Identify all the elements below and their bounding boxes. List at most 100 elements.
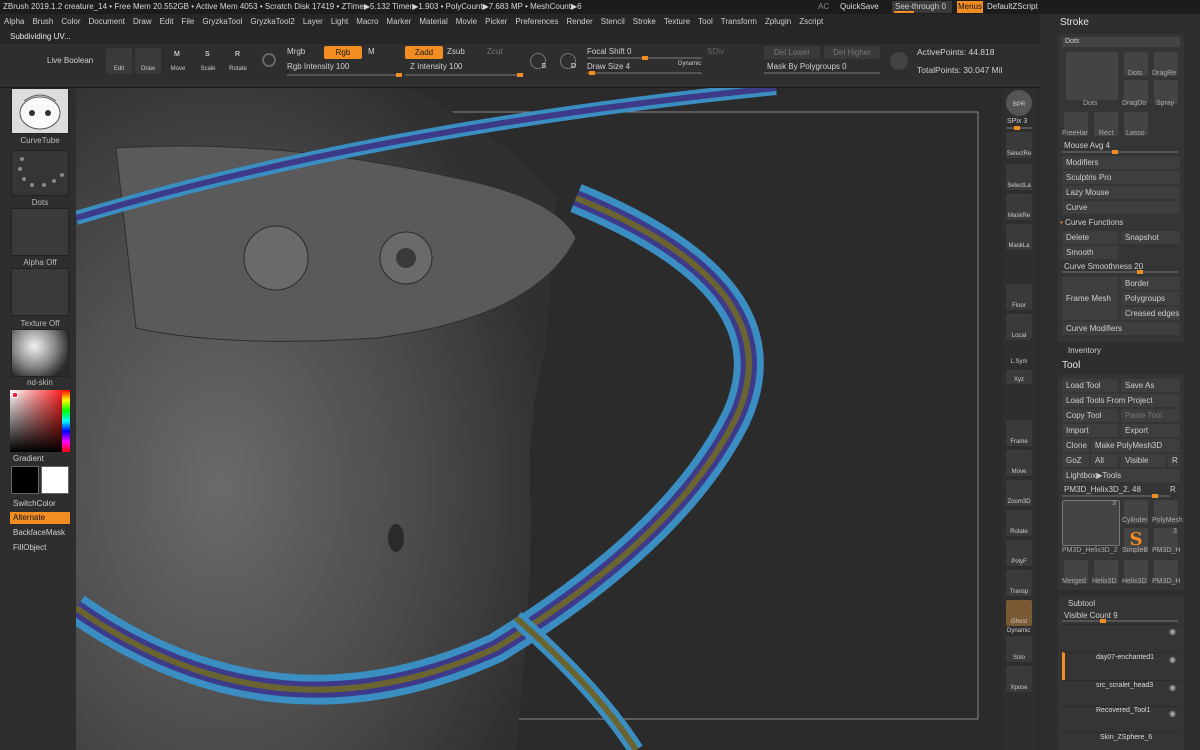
draw-size-handle[interactable]: [589, 71, 595, 75]
frame-mesh-button[interactable]: Frame Mesh: [1062, 277, 1118, 320]
rgb-intensity-slider[interactable]: Rgb Intensity 100: [287, 62, 349, 71]
hue-strip[interactable]: [62, 390, 70, 452]
mouse-avg-track[interactable]: [1062, 150, 1178, 154]
main-color-swatch[interactable]: [11, 466, 39, 494]
mouse-avg-slider[interactable]: Mouse Avg 4: [1064, 141, 1110, 150]
subtool-header[interactable]: Subtool: [1068, 599, 1095, 608]
frame-button[interactable]: Frame: [1006, 420, 1032, 446]
import-button[interactable]: Import: [1062, 424, 1118, 437]
curve-smoothness-slider[interactable]: Curve Smoothness 20: [1064, 262, 1143, 271]
color-picker[interactable]: [10, 390, 70, 452]
visible-count-slider[interactable]: Visible Count 9: [1064, 611, 1118, 620]
eye-icon[interactable]: ◉: [1169, 683, 1176, 692]
menu-file[interactable]: File: [177, 14, 198, 30]
menu-light[interactable]: Light: [327, 14, 352, 30]
visible-count-handle[interactable]: [1100, 619, 1106, 623]
export-button[interactable]: Export: [1121, 424, 1180, 437]
material-thumbnail[interactable]: [11, 329, 69, 377]
make-polymesh-button[interactable]: Make PolyMesh3D: [1091, 439, 1180, 452]
menu-macro[interactable]: Macro: [352, 14, 382, 30]
default-zscript-button[interactable]: DefaultZScript: [987, 2, 1038, 11]
menu-render[interactable]: Render: [562, 14, 596, 30]
curve-smoothness-track[interactable]: [1062, 270, 1178, 274]
m-button[interactable]: M: [368, 47, 375, 56]
transp-button[interactable]: Transp: [1006, 570, 1032, 596]
scale-button[interactable]: Scale S: [195, 48, 221, 74]
curve-smooth-button[interactable]: Smooth: [1062, 246, 1118, 259]
canvas-viewport[interactable]: [76, 88, 1002, 750]
edit-button[interactable]: Edit: [106, 48, 132, 74]
d-symmetry-icon[interactable]: D: [560, 53, 576, 70]
maskrect-button[interactable]: MaskRe: [1006, 194, 1032, 220]
rotate-view-button[interactable]: Rotate: [1006, 510, 1032, 536]
focal-shift-handle[interactable]: [642, 56, 648, 60]
subtool-row-2[interactable]: src_scralet_head3 ◉: [1062, 680, 1180, 708]
eye-icon[interactable]: ◉: [1169, 709, 1176, 718]
paste-tool-button[interactable]: Paste Tool: [1121, 409, 1180, 422]
save-as-button[interactable]: Save As: [1121, 379, 1180, 392]
menu-zplugin[interactable]: Zplugin: [761, 14, 795, 30]
draw-button[interactable]: Draw: [135, 48, 161, 74]
menu-transform[interactable]: Transform: [717, 14, 761, 30]
border-button[interactable]: Border: [1121, 277, 1180, 290]
masklasso-button[interactable]: MaskLa: [1006, 224, 1032, 250]
menu-gryzkatool2[interactable]: GryzkaTool2: [246, 14, 298, 30]
curve-smoothness-handle[interactable]: [1137, 270, 1143, 274]
rotate-button[interactable]: Rotate R: [225, 48, 251, 74]
zsub-button[interactable]: Zsub: [447, 47, 465, 56]
menu-marker[interactable]: Marker: [382, 14, 415, 30]
dots-stroke-large-icon[interactable]: [1066, 52, 1118, 100]
zcut-button[interactable]: Zcut: [487, 47, 503, 56]
spix-slider[interactable]: SPix 3: [1007, 118, 1027, 125]
eye-icon[interactable]: ◉: [1169, 655, 1176, 664]
zadd-button[interactable]: Zadd: [405, 46, 443, 59]
polygroups-button[interactable]: Polygroups: [1121, 292, 1180, 305]
focal-shift-track[interactable]: [587, 56, 702, 60]
draw-size-track[interactable]: [587, 71, 702, 75]
selectlasso-button[interactable]: SelectLa: [1006, 164, 1032, 190]
selectrect-button[interactable]: SelectRe: [1006, 132, 1032, 158]
rgb-intensity-track[interactable]: [287, 73, 402, 77]
menu-zscript[interactable]: Zscript: [795, 14, 827, 30]
modifiers-button[interactable]: Modifiers: [1062, 156, 1180, 169]
fillobject-button[interactable]: FillObject: [13, 543, 46, 552]
dynamic-button[interactable]: Dynamic: [678, 61, 701, 67]
subtool-row-4[interactable]: Skin_ZSphere_6: [1062, 732, 1180, 750]
del-higher-button[interactable]: Del Higher: [824, 46, 880, 59]
menu-color[interactable]: Color: [57, 14, 84, 30]
sculptris-pro-button[interactable]: Sculptris Pro: [1062, 171, 1180, 184]
creased-edges-button[interactable]: Creased edges: [1121, 307, 1180, 320]
visible-count-track[interactable]: [1062, 619, 1178, 623]
menu-stroke[interactable]: Stroke: [629, 14, 660, 30]
alternate-button[interactable]: Alternate: [10, 512, 70, 524]
lightbox-tools-button[interactable]: Lightbox▶Tools: [1062, 469, 1180, 482]
sdiv-slider[interactable]: SDiv: [707, 47, 724, 56]
menu-tool[interactable]: Tool: [694, 14, 717, 30]
subtool-row-3[interactable]: Recovered_Tool1 ◉: [1062, 706, 1180, 734]
alpha-thumbnail[interactable]: [11, 208, 69, 256]
secondary-color-swatch[interactable]: [41, 466, 69, 494]
floor-button[interactable]: Floor: [1006, 284, 1032, 310]
eye-icon[interactable]: ◉: [1169, 627, 1176, 636]
curve-delete-button[interactable]: Delete: [1062, 231, 1118, 244]
z-intensity-track[interactable]: [405, 73, 523, 77]
bpr-button[interactable]: BPR: [1006, 90, 1032, 116]
spix-track[interactable]: [1006, 126, 1032, 130]
z-intensity-slider[interactable]: Z Intensity 100: [410, 62, 462, 71]
current-tool-handle[interactable]: [1152, 494, 1158, 498]
ghost-button[interactable]: Ghost: [1006, 600, 1032, 626]
current-tool-r-button[interactable]: R: [1170, 485, 1176, 494]
menu-movie[interactable]: Movie: [452, 14, 481, 30]
menu-stencil[interactable]: Stencil: [597, 14, 629, 30]
brush-thumbnail[interactable]: [11, 88, 69, 134]
goz-button[interactable]: GoZ: [1062, 454, 1089, 467]
tool-panel-title[interactable]: Tool: [1062, 360, 1080, 371]
s-symmetry-icon[interactable]: S: [530, 53, 546, 70]
gradient-button[interactable]: Gradient: [13, 454, 44, 463]
menu-picker[interactable]: Picker: [481, 14, 511, 30]
z-intensity-handle[interactable]: [517, 73, 523, 77]
current-tool-slider[interactable]: PM3D_Helix3D_2. 48: [1064, 485, 1141, 494]
menu-layer[interactable]: Layer: [299, 14, 327, 30]
lsym-button[interactable]: L.Sym: [1006, 344, 1032, 366]
lazy-mouse-button[interactable]: Lazy Mouse: [1062, 186, 1180, 199]
